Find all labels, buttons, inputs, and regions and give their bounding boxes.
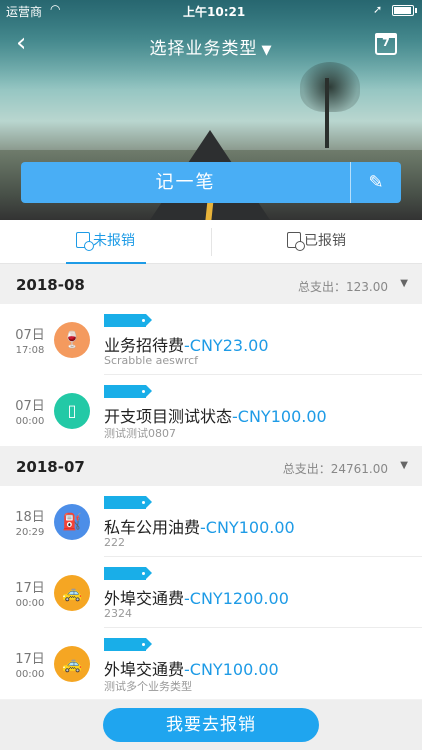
location-icon: ➚	[373, 3, 383, 16]
expense-day: 07日	[15, 328, 45, 343]
month-total: 总支出：123.00	[298, 278, 388, 295]
expense-title: 私车公用油费-CNY100.00	[104, 514, 295, 538]
expense-row[interactable]: 07日 00:00 ▯ 开支项目测试状态-CNY100.00 测试测试0807	[0, 375, 422, 446]
expense-amount: -CNY100.00	[200, 518, 295, 537]
expense-category: 外埠交通费	[104, 589, 185, 608]
record-button[interactable]: 记一笔	[21, 162, 350, 203]
expense-day: 07日	[15, 399, 45, 414]
expense-row[interactable]: 07日 17:08 🍷 业务招待费-CNY23.00 Scrabble aesw…	[0, 304, 422, 375]
expense-day: 17日	[15, 581, 45, 596]
receipt-icon	[287, 232, 305, 251]
expense-time: 00:00	[15, 598, 45, 609]
month-header[interactable]: 2018-07 总支出：24761.00 ▼	[0, 446, 422, 486]
expense-time: 00:00	[15, 416, 45, 427]
expense-title: 开支项目测试状态-CNY100.00	[104, 403, 327, 427]
month-header[interactable]: 2018-08 总支出：123.00 ▼	[0, 264, 422, 304]
caret-down-icon: ▼	[261, 43, 273, 58]
expense-title: 外埠交通费-CNY1200.00	[104, 585, 289, 609]
expense-note: 2324	[104, 607, 132, 620]
chevron-down-icon: ▼	[400, 460, 408, 471]
car-icon: 🚕	[54, 646, 90, 682]
tab-reimbursed[interactable]: 已报销	[211, 220, 422, 263]
expense-row[interactable]: 17日 00:00 🚕 外埠交通费-CNY100.00 测试多个业务类型	[0, 628, 422, 699]
tab-label: 已报销	[304, 233, 346, 249]
expense-title: 业务招待费-CNY23.00	[104, 332, 269, 356]
bottom-bar: 我要去报销	[0, 700, 422, 750]
status-bar: 运营商 ◠ 上午10:21 ➚	[0, 0, 422, 22]
fuel-pump-icon: ⛽	[54, 504, 90, 540]
expense-time: 00:00	[15, 669, 45, 680]
total-label: 总支出：	[282, 462, 331, 476]
expense-amount: -CNY23.00	[184, 336, 269, 355]
navigation-bar: ‹ 选择业务类型 ▼ 7	[0, 28, 422, 62]
tag-icon	[104, 496, 152, 509]
expense-row[interactable]: 17日 00:00 🚕 外埠交通费-CNY1200.00 2324	[0, 557, 422, 628]
expense-note: 测试多个业务类型	[104, 680, 192, 693]
header-banner: 运营商 ◠ 上午10:21 ➚ ‹ 选择业务类型 ▼ 7 记一笔 ✎	[0, 0, 422, 220]
battery-icon	[392, 5, 414, 16]
tag-icon	[104, 314, 152, 327]
expense-note: Scrabble aeswrcf	[104, 354, 199, 367]
expense-category: 私车公用油费	[104, 518, 201, 537]
expense-category: 业务招待费	[104, 336, 185, 355]
phone-icon: ▯	[54, 393, 90, 429]
tag-icon	[104, 385, 152, 398]
expense-list-screen: 运营商 ◠ 上午10:21 ➚ ‹ 选择业务类型 ▼ 7 记一笔 ✎ 未报销 已报…	[0, 0, 422, 750]
expense-category: 外埠交通费	[104, 660, 185, 679]
tree-trunk	[325, 78, 329, 148]
battery-tip	[415, 8, 417, 13]
expense-note: 222	[104, 536, 125, 549]
expense-time: 20:29	[15, 527, 45, 538]
month-label: 2018-08	[16, 276, 85, 294]
expense-amount: -CNY100.00	[184, 660, 279, 679]
tab-divider	[211, 228, 212, 256]
calendar-icon[interactable]: 7	[375, 33, 397, 55]
car-icon: 🚕	[54, 575, 90, 611]
expense-note: 测试测试0807	[104, 427, 176, 440]
expense-day: 18日	[15, 510, 45, 525]
tab-label: 未报销	[93, 233, 135, 249]
expense-category: 开支项目测试状态	[104, 407, 233, 426]
chevron-down-icon: ▼	[400, 278, 408, 289]
clock: 上午10:21	[183, 5, 246, 19]
month-total: 总支出：24761.00	[283, 460, 388, 477]
expense-day: 17日	[15, 652, 45, 667]
tree-image	[300, 62, 360, 112]
tag-icon	[104, 638, 152, 651]
page-title: 选择业务类型	[149, 39, 258, 59]
expense-row[interactable]: 18日 20:29 ⛽ 私车公用油费-CNY100.00 222	[0, 486, 422, 557]
expense-amount: -CNY100.00	[232, 407, 327, 426]
record-expense-bar: 记一笔 ✎	[21, 162, 401, 203]
total-value: 123.00	[346, 280, 388, 294]
expense-title: 外埠交通费-CNY100.00	[104, 656, 279, 680]
pencil-icon[interactable]: ✎	[351, 162, 401, 203]
wifi-icon: ◠	[50, 2, 61, 16]
tab-unreimbursed[interactable]: 未报销	[0, 220, 211, 264]
business-type-selector[interactable]: 选择业务类型 ▼	[0, 34, 422, 59]
carrier-label: 运营商	[6, 5, 43, 19]
tag-icon	[104, 567, 152, 580]
total-label: 总支出：	[297, 280, 346, 294]
expense-amount: -CNY1200.00	[184, 589, 289, 608]
month-label: 2018-07	[16, 458, 85, 476]
total-value: 24761.00	[330, 462, 388, 476]
wine-glass-icon: 🍷	[54, 322, 90, 358]
go-reimburse-button[interactable]: 我要去报销	[103, 708, 319, 742]
receipt-icon	[76, 232, 94, 251]
calendar-day: 7	[382, 36, 390, 49]
expense-time: 17:08	[15, 345, 45, 356]
